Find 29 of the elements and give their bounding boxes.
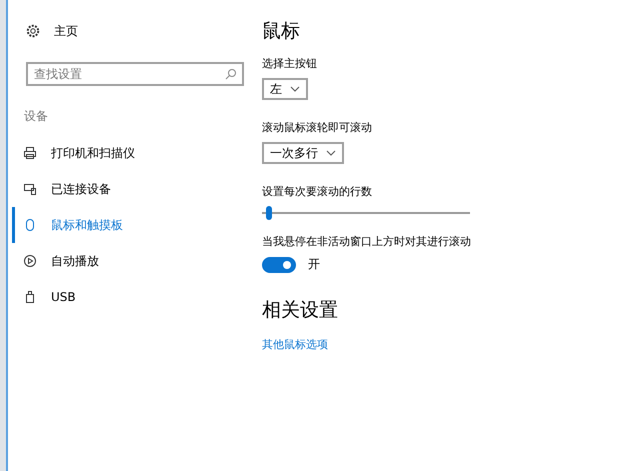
page-title: 鼠标 [262, 19, 300, 44]
setting-label: 滚动鼠标滚轮即可滚动 [262, 120, 372, 135]
toggle-state: 开 [308, 256, 320, 273]
search-icon [225, 68, 237, 80]
mouse-icon [23, 218, 37, 232]
search-field[interactable]: 查找设置 [26, 62, 244, 86]
nav-item[interactable]: 打印机和扫描仪 [12, 135, 244, 171]
section-heading: 设备 [24, 108, 49, 125]
nav-item[interactable]: 鼠标和触摸板 [12, 207, 244, 243]
dropdown[interactable]: 一次多行 [262, 142, 344, 164]
setting-label: 设置每次要滚动的行数 [262, 184, 372, 199]
devices-icon [23, 182, 37, 196]
play-circle-icon [23, 254, 37, 268]
section-title: 相关设置 [262, 298, 338, 323]
nav-item[interactable]: USB [12, 279, 244, 315]
toggle-switch[interactable] [262, 256, 296, 272]
mouse-options-link[interactable]: 其他鼠标选项 [262, 337, 328, 352]
chevron-down-icon [290, 86, 300, 92]
slider-thumb[interactable] [266, 206, 272, 220]
setting-label: 当我悬停在非活动窗口上方时对其进行滚动 [262, 234, 471, 249]
nav-item[interactable]: 自动播放 [12, 243, 244, 279]
nav-item[interactable]: 已连接设备 [12, 171, 244, 207]
usb-icon [23, 290, 37, 304]
chevron-down-icon [326, 150, 336, 156]
setting-label: 选择主按钮 [262, 56, 317, 71]
settings-icon [26, 24, 40, 38]
dropdown[interactable]: 左 [262, 78, 308, 100]
home-link[interactable]: 主页 [26, 20, 244, 42]
printer-icon [23, 146, 37, 160]
